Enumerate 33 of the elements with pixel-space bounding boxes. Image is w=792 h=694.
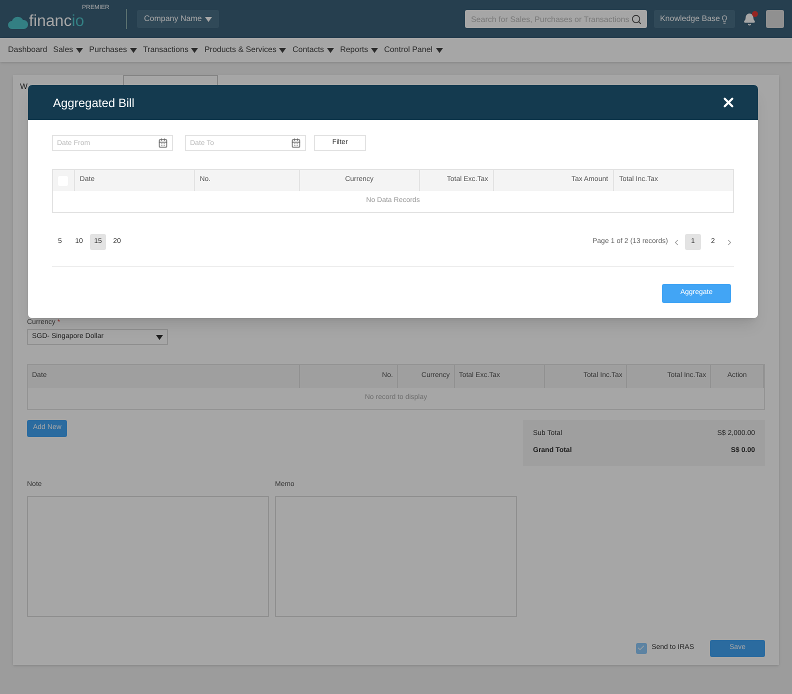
- previous-page-icon[interactable]: [672, 238, 681, 246]
- tab-label[interactable]: W: [20, 81, 28, 93]
- check-icon: [637, 644, 646, 652]
- nav-menu-item[interactable]: Dashboard: [8, 44, 48, 56]
- knowledge-base-button[interactable]: Knowledge Base: [654, 10, 735, 28]
- send-to-iras-checkbox[interactable]: [636, 642, 647, 654]
- calendar-icon: [291, 138, 301, 148]
- caret-icon: [371, 48, 378, 52]
- nav-menu-item[interactable]: Products & Services: [204, 44, 286, 56]
- close-icon[interactable]: [721, 95, 736, 110]
- calendar-icon: [158, 138, 168, 148]
- next-page-icon[interactable]: [725, 238, 734, 246]
- nav-menu-item[interactable]: Purchases: [89, 44, 137, 56]
- nav-menu-item[interactable]: Contacts: [292, 44, 334, 56]
- search-icon: [630, 14, 642, 25]
- caret-icon: [279, 48, 286, 52]
- modal-title: Aggregated Bill: [53, 94, 134, 112]
- caret-icon: [130, 48, 137, 52]
- company-dropdown[interactable]: Company Name: [137, 10, 219, 28]
- caret-icon: [436, 48, 443, 52]
- logo-text: financio: [29, 14, 84, 30]
- caret-icon: [156, 334, 163, 340]
- nav-menu-item[interactable]: Transactions: [142, 44, 198, 56]
- caret-icon: [191, 48, 198, 52]
- lightbulb-icon: [720, 14, 729, 24]
- nav-menu-item[interactable]: Reports: [340, 44, 378, 56]
- caret-icon: [204, 16, 212, 22]
- nav-menu-item[interactable]: Control Panel: [384, 44, 443, 56]
- notification-bell-icon[interactable]: [743, 12, 756, 26]
- caret-icon: [327, 48, 334, 52]
- caret-icon: [76, 48, 84, 52]
- nav-menu-item[interactable]: Sales: [53, 44, 84, 56]
- cloud-logo-icon: [8, 15, 28, 29]
